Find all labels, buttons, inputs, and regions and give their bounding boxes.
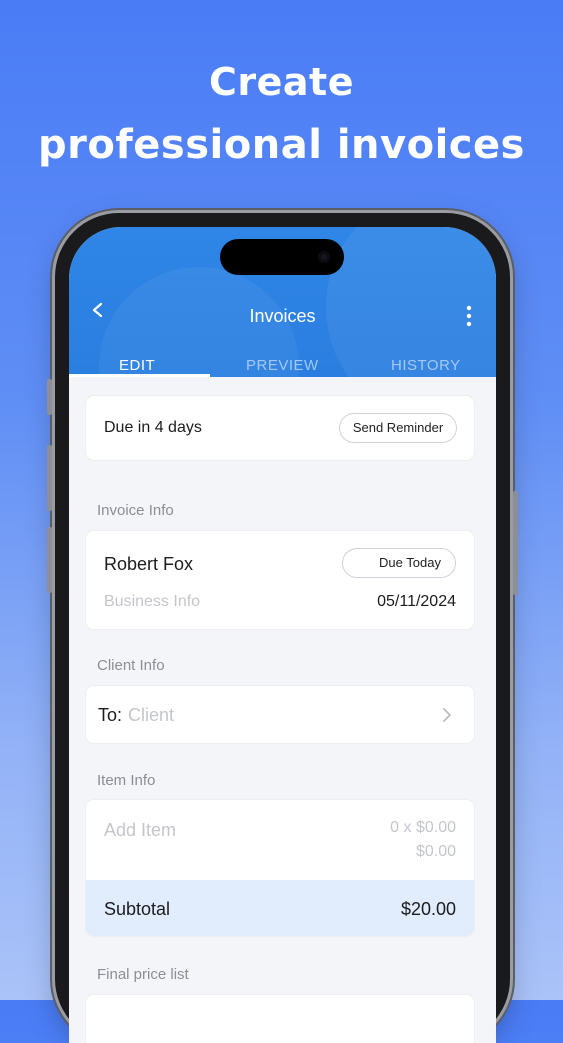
final-price-list-card[interactable] xyxy=(86,995,474,1043)
invoice-date[interactable]: 05/11/2024 xyxy=(377,593,456,611)
promo-headline-line2: professional invoices xyxy=(38,122,525,168)
app-header: Invoices EDIT PREVIEW HISTORY xyxy=(69,227,496,377)
tab-edit[interactable]: EDIT xyxy=(119,357,155,374)
active-tab-indicator xyxy=(69,374,210,377)
app-screen: Invoices EDIT PREVIEW HISTORY Due in 4 d… xyxy=(69,227,496,1043)
header-decoration xyxy=(326,227,496,377)
client-selector[interactable]: To: Client xyxy=(86,686,474,743)
dynamic-island xyxy=(220,239,344,275)
item-line-total: $0.00 xyxy=(415,843,456,860)
subtotal-value: $20.00 xyxy=(400,899,456,919)
client-info-label: Client Info xyxy=(97,657,165,674)
due-today-badge[interactable]: Due Today xyxy=(342,548,456,578)
subtotal-label: Subtotal xyxy=(104,899,171,919)
client-placeholder: Client xyxy=(128,705,175,725)
due-status-text: Due in 4 days xyxy=(104,419,202,436)
more-vertical-icon[interactable] xyxy=(466,305,472,327)
subtotal-row: Subtotal $20.00 xyxy=(86,880,474,936)
tab-history[interactable]: HISTORY xyxy=(391,357,461,374)
final-price-list-label: Final price list xyxy=(97,966,189,983)
send-reminder-button[interactable]: Send Reminder xyxy=(339,413,457,443)
phone-volume-down-button xyxy=(47,527,52,593)
phone-frame: Invoices EDIT PREVIEW HISTORY Due in 4 d… xyxy=(47,213,518,1043)
phone-action-button xyxy=(47,379,52,415)
business-info-placeholder[interactable]: Business Info xyxy=(104,593,200,611)
page-title: Invoices xyxy=(249,306,316,326)
to-label: To: xyxy=(98,705,123,725)
chevron-right-icon xyxy=(443,708,451,722)
invoice-info-card[interactable]: Robert Fox Due Today Business Info 05/11… xyxy=(86,531,474,629)
phone-volume-up-button xyxy=(47,445,52,511)
tab-preview[interactable]: PREVIEW xyxy=(246,357,319,374)
item-info-label: Item Info xyxy=(97,772,156,789)
add-item-row[interactable]: Add Item 0 x $0.00 $0.00 xyxy=(86,800,474,880)
camera-icon xyxy=(318,251,330,263)
promo-headline-line1: Create xyxy=(209,60,354,104)
invoice-owner-name: Robert Fox xyxy=(104,554,194,574)
invoice-info-label: Invoice Info xyxy=(97,502,174,519)
add-item-placeholder: Add Item xyxy=(104,820,177,840)
due-status-card: Due in 4 days Send Reminder xyxy=(86,396,474,460)
phone-power-button xyxy=(513,491,518,595)
item-info-card: Add Item 0 x $0.00 $0.00 Subtotal $20.00 xyxy=(86,800,474,936)
item-qty-price: 0 x $0.00 xyxy=(390,819,456,836)
